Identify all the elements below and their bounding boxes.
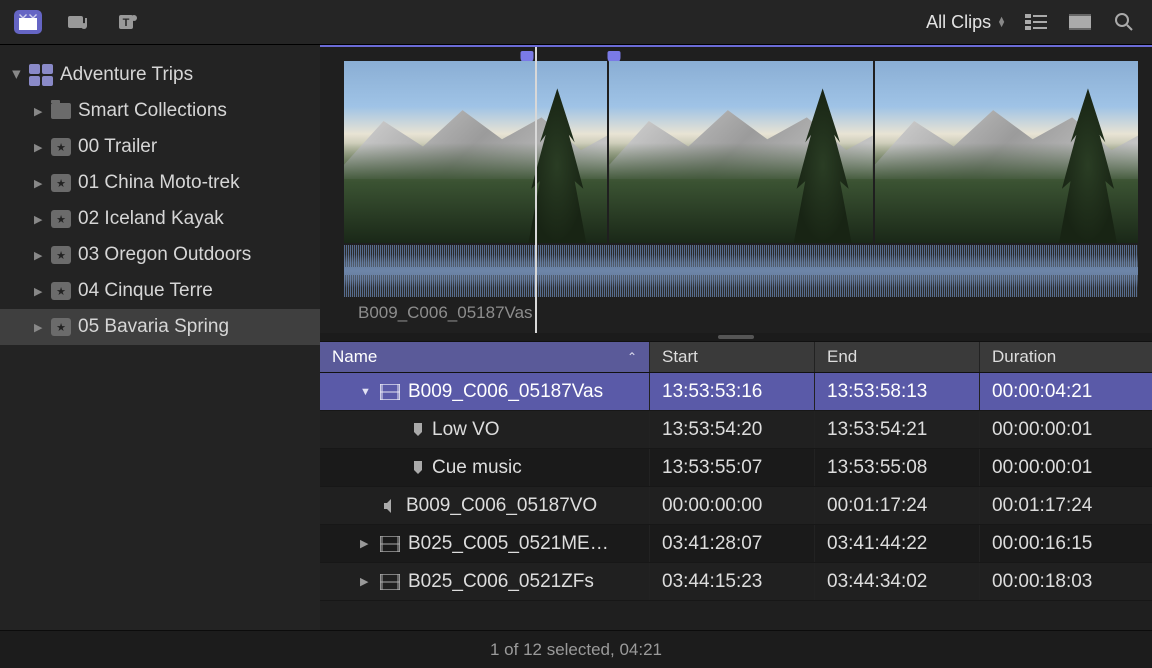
library-media-icon[interactable] bbox=[14, 10, 42, 34]
audio-waveform[interactable] bbox=[344, 245, 1138, 297]
clip-end: 00:01:17:24 bbox=[815, 487, 980, 524]
event-star-icon: ★ bbox=[51, 210, 71, 228]
sidebar-item-label: Smart Collections bbox=[78, 100, 227, 122]
clip-start: 00:00:00:00 bbox=[650, 487, 815, 524]
library-root[interactable]: ▶ Adventure Trips bbox=[0, 57, 320, 93]
filmstrip-thumbnail[interactable] bbox=[609, 61, 872, 243]
filmstrip-clip-name: B009_C006_05187Vas bbox=[344, 297, 1138, 329]
clip-start: 13:53:54:20 bbox=[650, 411, 815, 448]
sidebar-item[interactable]: ▶ ★ 05 Bavaria Spring bbox=[0, 309, 320, 345]
filmstrip-thumbnail[interactable] bbox=[875, 61, 1138, 243]
photos-music-icon[interactable] bbox=[64, 10, 92, 34]
dropdown-arrows-icon: ▲▼ bbox=[997, 17, 1006, 27]
disclosure-triangle-icon[interactable]: ▶ bbox=[34, 177, 44, 190]
marker-icon bbox=[412, 423, 424, 437]
filmstrip-view-icon[interactable] bbox=[1066, 10, 1094, 34]
clip-name: B025_C005_0521ME… bbox=[408, 533, 609, 555]
clip-list-header: Name ⌃ Start End Duration bbox=[320, 341, 1152, 373]
film-icon bbox=[380, 574, 400, 590]
disclosure-triangle-icon[interactable]: ▶ bbox=[34, 213, 44, 226]
disclosure-triangle-icon[interactable]: ▶ bbox=[34, 321, 44, 334]
pane-resize-handle[interactable] bbox=[320, 333, 1152, 341]
film-icon bbox=[380, 384, 400, 400]
clip-row[interactable]: ▶ B025_C006_0521ZFs 03:44:15:2303:44:34:02… bbox=[320, 563, 1152, 601]
clip-start: 13:53:53:16 bbox=[650, 373, 815, 410]
status-text: 1 of 12 selected, 04:21 bbox=[490, 640, 662, 660]
disclosure-triangle-icon[interactable]: ▶ bbox=[34, 249, 44, 262]
folder-icon bbox=[51, 103, 71, 119]
column-header-end[interactable]: End bbox=[815, 342, 980, 372]
clip-name: Cue music bbox=[432, 457, 522, 479]
clip-duration: 00:00:18:03 bbox=[980, 563, 1152, 600]
disclosure-triangle-icon[interactable]: ▶ bbox=[34, 141, 44, 154]
sidebar-item[interactable]: ▶ ★ 02 Iceland Kayak bbox=[0, 201, 320, 237]
clip-duration: 00:01:17:24 bbox=[980, 487, 1152, 524]
titles-generators-icon[interactable]: T bbox=[114, 10, 142, 34]
clip-end: 03:44:34:02 bbox=[815, 563, 980, 600]
library-icon bbox=[29, 64, 53, 86]
sort-ascending-icon: ⌃ bbox=[627, 350, 637, 364]
clip-name: Low VO bbox=[432, 419, 500, 441]
clip-row[interactable]: Cue music 13:53:55:0713:53:55:0800:00:00:… bbox=[320, 449, 1152, 487]
status-bar: 1 of 12 selected, 04:21 bbox=[0, 630, 1152, 668]
sidebar-item-label: 00 Trailer bbox=[78, 136, 157, 158]
top-toolbar: T All Clips ▲▼ bbox=[0, 0, 1152, 45]
disclosure-triangle-icon[interactable]: ▶ bbox=[34, 285, 44, 298]
disclosure-triangle-icon[interactable]: ▶ bbox=[360, 575, 372, 588]
audio-icon bbox=[382, 498, 398, 514]
event-star-icon: ★ bbox=[51, 282, 71, 300]
disclosure-triangle-icon[interactable]: ▶ bbox=[34, 105, 44, 118]
event-star-icon: ★ bbox=[51, 174, 71, 192]
list-view-icon[interactable] bbox=[1022, 10, 1050, 34]
clip-end: 13:53:58:13 bbox=[815, 373, 980, 410]
event-star-icon: ★ bbox=[51, 318, 71, 336]
event-star-icon: ★ bbox=[51, 246, 71, 264]
clip-duration: 00:00:00:01 bbox=[980, 449, 1152, 486]
clip-name: B009_C006_05187Vas bbox=[408, 381, 603, 403]
search-icon[interactable] bbox=[1110, 10, 1138, 34]
clip-row[interactable]: ▼ B009_C006_05187Vas 13:53:53:1613:53:58:1… bbox=[320, 373, 1152, 411]
sidebar-item-label: 04 Cinque Terre bbox=[78, 280, 213, 302]
sidebar-item-label: 03 Oregon Outdoors bbox=[78, 244, 251, 266]
clip-duration: 00:00:04:21 bbox=[980, 373, 1152, 410]
disclosure-triangle-icon[interactable]: ▼ bbox=[360, 386, 372, 398]
clip-filter-dropdown[interactable]: All Clips ▲▼ bbox=[926, 12, 1006, 33]
clip-start: 13:53:55:07 bbox=[650, 449, 815, 486]
sidebar-item[interactable]: ▶ Smart Collections bbox=[0, 93, 320, 129]
sidebar-item[interactable]: ▶ ★ 04 Cinque Terre bbox=[0, 273, 320, 309]
clip-duration: 00:00:00:01 bbox=[980, 411, 1152, 448]
filmstrip-browser[interactable]: B009_C006_05187Vas bbox=[320, 45, 1152, 333]
clip-filter-label: All Clips bbox=[926, 12, 991, 33]
disclosure-triangle-icon[interactable]: ▶ bbox=[360, 537, 372, 550]
svg-text:T: T bbox=[123, 17, 130, 29]
library-name: Adventure Trips bbox=[60, 64, 193, 86]
sidebar-item[interactable]: ▶ ★ 03 Oregon Outdoors bbox=[0, 237, 320, 273]
sidebar-item[interactable]: ▶ ★ 01 China Moto-trek bbox=[0, 165, 320, 201]
column-header-name[interactable]: Name ⌃ bbox=[320, 342, 650, 372]
library-sidebar: ▶ Adventure Trips ▶ Smart Collections ▶ ★ 00… bbox=[0, 45, 320, 630]
film-icon bbox=[380, 536, 400, 552]
clip-start: 03:41:28:07 bbox=[650, 525, 815, 562]
event-star-icon: ★ bbox=[51, 138, 71, 156]
clip-end: 13:53:55:08 bbox=[815, 449, 980, 486]
clip-list: ▼ B009_C006_05187Vas 13:53:53:1613:53:58:1… bbox=[320, 373, 1152, 601]
filmstrip-thumbnail[interactable] bbox=[344, 61, 607, 243]
sidebar-item-label: 01 China Moto-trek bbox=[78, 172, 240, 194]
sidebar-item[interactable]: ▶ ★ 00 Trailer bbox=[0, 129, 320, 165]
sidebar-item-label: 05 Bavaria Spring bbox=[78, 316, 229, 338]
marker-icon bbox=[412, 461, 424, 475]
clip-row[interactable]: B009_C006_05187VO00:00:00:0000:01:17:240… bbox=[320, 487, 1152, 525]
sidebar-item-label: 02 Iceland Kayak bbox=[78, 208, 224, 230]
clip-end: 03:41:44:22 bbox=[815, 525, 980, 562]
clip-row[interactable]: ▶ B025_C005_0521ME… 03:41:28:0703:41:44:22… bbox=[320, 525, 1152, 563]
column-header-duration[interactable]: Duration bbox=[980, 342, 1152, 372]
clip-name: B009_C006_05187VO bbox=[406, 495, 597, 517]
clip-start: 03:44:15:23 bbox=[650, 563, 815, 600]
clip-duration: 00:00:16:15 bbox=[980, 525, 1152, 562]
column-header-start[interactable]: Start bbox=[650, 342, 815, 372]
clip-end: 13:53:54:21 bbox=[815, 411, 980, 448]
clip-row[interactable]: Low VO 13:53:54:2013:53:54:2100:00:00:01 bbox=[320, 411, 1152, 449]
clip-name: B025_C006_0521ZFs bbox=[408, 571, 594, 593]
disclosure-triangle-icon[interactable]: ▶ bbox=[11, 70, 24, 80]
